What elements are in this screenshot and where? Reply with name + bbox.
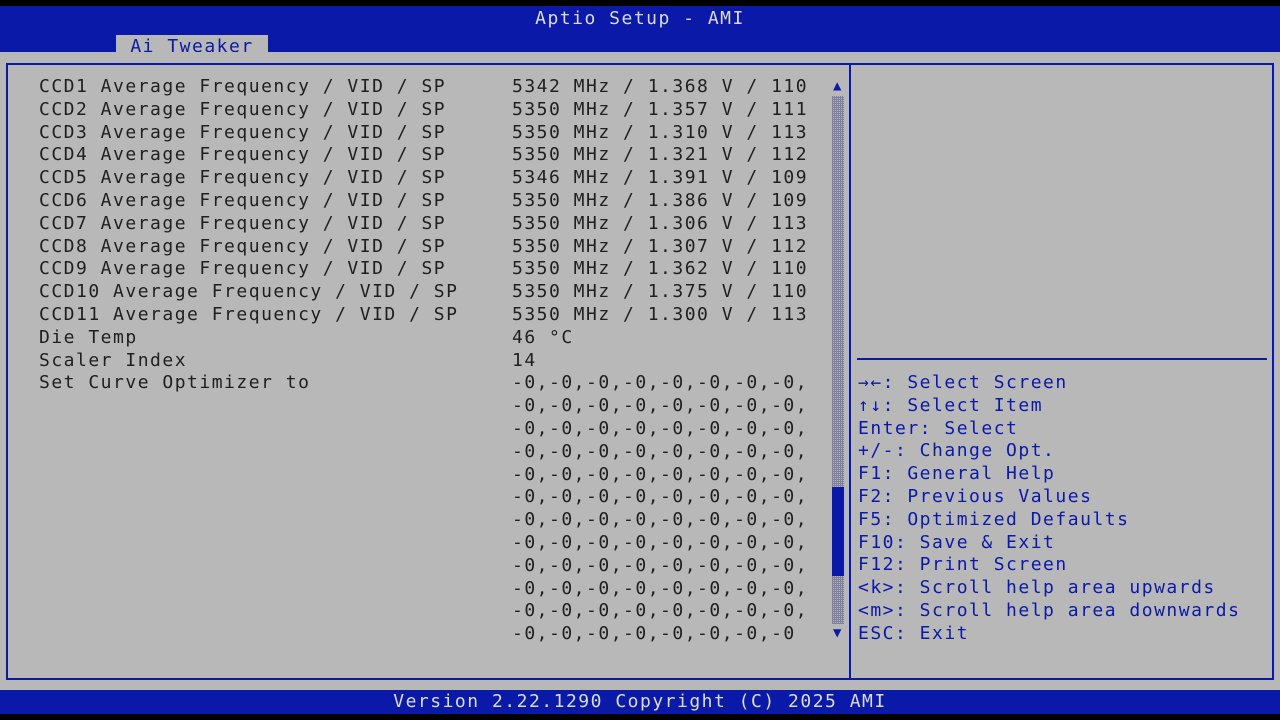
setting-row: CCD10 Average Frequency / VID / SP 5350 M… (0, 280, 830, 303)
setting-row: Die Temp 46 °C (0, 326, 830, 349)
setting-value: 5350 MHz / 1.310 V / 113 (512, 121, 809, 143)
setting-value: 5350 MHz / 1.300 V / 113 (512, 304, 809, 325)
help-divider (857, 358, 1267, 360)
curve-optimizer-value: -0,-0,-0,-0,-0,-0,-0,-0, (512, 440, 809, 462)
setting-row[interactable]: Set Curve Optimizer to -0,-0,-0,-0,-0,-0,… (0, 371, 830, 394)
setting-value: 5350 MHz / 1.306 V / 113 (512, 212, 809, 234)
curve-optimizer-value: -0,-0,-0,-0,-0,-0,-0,-0, (512, 418, 809, 439)
setting-label: CCD2 Average Frequency / VID / SP (39, 98, 447, 120)
setting-row: CCD5 Average Frequency / VID / SP 5346 MH… (0, 166, 830, 189)
setting-row: CCD4 Average Frequency / VID / SP 5350 MH… (0, 143, 830, 166)
help-key: Enter: Select (858, 417, 1019, 439)
curve-optimizer-value: -0,-0,-0,-0,-0,-0,-0,-0, (512, 600, 809, 622)
setting-row: CCD11 Average Frequency / VID / SP 5350 M… (0, 303, 830, 326)
setting-label: CCD8 Average Frequency / VID / SP (39, 235, 447, 257)
setting-row: CCD9 Average Frequency / VID / SP 5350 MH… (0, 257, 830, 280)
left-right-arrow-help: →←: Select Screen (858, 372, 1068, 393)
setting-value: 5342 MHz / 1.368 V / 110 (512, 76, 809, 97)
curve-optimizer-value: -0,-0,-0,-0,-0,-0,-0,-0, (512, 577, 809, 599)
scroll-up-icon[interactable]: ▲ (830, 78, 846, 94)
curve-optimizer-value: -0,-0,-0,-0,-0,-0,-0,-0, (512, 395, 809, 417)
setting-row: CCD7 Average Frequency / VID / SP 5350 MH… (0, 212, 830, 235)
setting-value: 5350 MHz / 1.362 V / 110 (512, 258, 809, 280)
header-bar: Aptio Setup - AMI Ai Tweaker (0, 6, 1280, 58)
vertical-divider (849, 63, 851, 678)
setting-value: 5350 MHz / 1.357 V / 111 (512, 98, 809, 120)
setting-label: CCD10 Average Frequency / VID / SP (39, 281, 459, 303)
setting-label: CCD9 Average Frequency / VID / SP (39, 258, 447, 280)
scroll-down-icon[interactable]: ▼ (830, 625, 846, 641)
curve-optimizer-value: -0,-0,-0,-0,-0,-0,-0,-0, (512, 532, 809, 553)
curve-optimizer-value: -0,-0,-0,-0,-0,-0,-0,-0, (512, 509, 809, 531)
setting-value: 46 °C (512, 326, 574, 348)
scrollbar-thumb[interactable] (832, 486, 844, 577)
curve-optimizer-value: -0,-0,-0,-0,-0,-0,-0,-0, (512, 463, 809, 485)
setting-value: 14 (512, 349, 537, 371)
curve-optimizer-value: -0,-0,-0,-0,-0,-0,-0,-0, (512, 554, 809, 576)
setting-value: -0,-0,-0,-0,-0,-0,-0,-0, (512, 372, 809, 394)
up-down-arrow-help: ↑↓: Select Item (858, 394, 1044, 416)
setting-value: 5350 MHz / 1.386 V / 109 (512, 190, 809, 211)
setting-label: CCD3 Average Frequency / VID / SP (39, 121, 447, 143)
help-key: <k>: Scroll help area upwards (858, 577, 1216, 599)
curve-optimizer-value: -0,-0,-0,-0,-0,-0,-0,-0, (512, 486, 809, 508)
setting-value: 5350 MHz / 1.307 V / 112 (512, 235, 809, 257)
help-key: ESC: Exit (858, 622, 970, 644)
setting-row: CCD3 Average Frequency / VID / SP 5350 MH… (0, 121, 830, 144)
setting-label: CCD5 Average Frequency / VID / SP (39, 167, 447, 189)
setting-row: CCD8 Average Frequency / VID / SP 5350 MH… (0, 235, 830, 258)
setting-label: CCD7 Average Frequency / VID / SP (39, 212, 447, 234)
setting-value: 5350 MHz / 1.375 V / 110 (512, 281, 809, 303)
help-key: +/-: Change Opt. (858, 440, 1056, 462)
help-key: F1: General Help (858, 463, 1056, 485)
help-key: F10: Save & Exit (858, 531, 1056, 553)
setting-label: CCD11 Average Frequency / VID / SP (39, 304, 459, 325)
setting-label: CCD1 Average Frequency / VID / SP (39, 76, 447, 97)
setting-value: 5346 MHz / 1.391 V / 109 (512, 167, 809, 189)
version-text: Version 2.22.1290 Copyright (C) 2025 AMI (393, 691, 887, 712)
setting-row: CCD2 Average Frequency / VID / SP 5350 MH… (0, 98, 830, 121)
curve-optimizer-value: -0,-0,-0,-0,-0,-0,-0,-0 (512, 623, 796, 645)
footer-bar: Version 2.22.1290 Copyright (C) 2025 AMI (0, 690, 1280, 714)
window-title: Aptio Setup - AMI (535, 8, 745, 29)
setting-label: CCD4 Average Frequency / VID / SP (39, 144, 447, 166)
setting-label: Die Temp (39, 326, 138, 348)
help-key: F2: Previous Values (858, 486, 1093, 507)
setting-row: Scaler Index 14 (0, 349, 830, 372)
setting-row: CCD1 Average Frequency / VID / SP 5342 MH… (0, 75, 830, 98)
help-key: F12: Print Screen (858, 554, 1068, 576)
help-key: <m>: Scroll help area downwards (858, 600, 1241, 621)
setting-label: Scaler Index (39, 349, 188, 371)
setting-label: CCD6 Average Frequency / VID / SP (39, 190, 447, 211)
setting-label: Set Curve Optimizer to (39, 372, 311, 394)
help-key: F5: Optimized Defaults (858, 508, 1130, 530)
setting-value: 5350 MHz / 1.321 V / 112 (512, 144, 809, 166)
setting-row: CCD6 Average Frequency / VID / SP 5350 MH… (0, 189, 830, 212)
